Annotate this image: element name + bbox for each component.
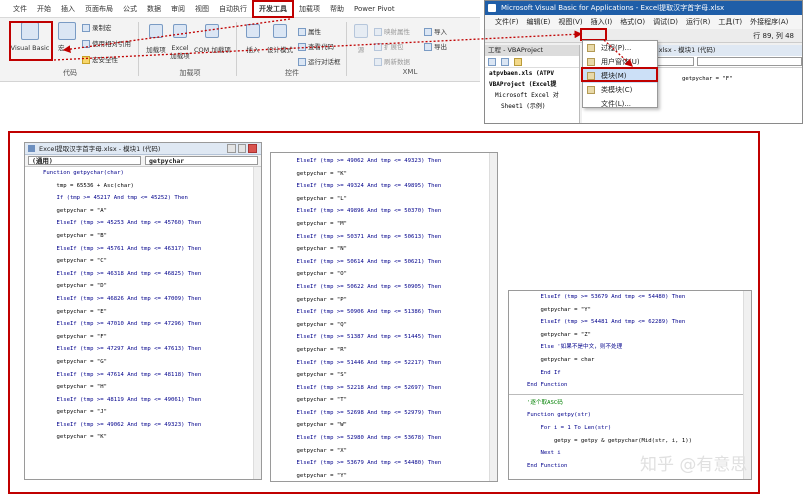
code-line: ElseIf (tmp >= 52980 And tmp <= 53678) T… (283, 435, 442, 442)
code-line: getpychar = "E" (43, 308, 107, 315)
close-icon[interactable] (248, 144, 258, 153)
code-line: getpychar = "P" (283, 296, 347, 303)
code-line: getpychar = "K" (283, 170, 347, 177)
code-line: ElseIf (tmp >= 49062 And tmp <= 49323) T… (43, 421, 202, 428)
vertical-scrollbar[interactable] (489, 153, 497, 481)
code-line: ElseIf (tmp >= 53679 And tmp <= 54480) T… (283, 460, 442, 467)
code-line: getpychar = "S" (283, 372, 347, 379)
code-line: getpychar = "R" (283, 346, 347, 353)
code-line: getpychar = "K" (43, 434, 107, 441)
code-line: getpychar = "J" (43, 409, 107, 416)
code-line: End If (527, 369, 561, 376)
vertical-scrollbar[interactable] (253, 167, 261, 479)
code-line: ElseIf (tmp >= 46826 And tmp <= 47009) T… (43, 295, 202, 302)
code-line: ElseIf (tmp >= 48119 And tmp <= 49061) T… (43, 396, 202, 403)
code-window-combos: (通用) getpychar (25, 155, 261, 167)
arrow-insert-to-module (603, 39, 633, 67)
code-line: getpychar = "X" (283, 447, 347, 454)
code-listing-2: ElseIf (tmp >= 49062 And tmp <= 49323) T… (271, 153, 497, 481)
code-line: getpychar = "M" (283, 220, 347, 227)
code-line: getpychar = "Y" (527, 306, 591, 313)
procedure-separator (509, 393, 751, 395)
code-line: ElseIf (tmp >= 54481 And tmp <= 62289) T… (527, 319, 686, 326)
code-line: Function getpychar(char) (43, 170, 124, 176)
code-line: ElseIf (tmp >= 49324 And tmp <= 49895) T… (283, 183, 442, 190)
maximize-icon[interactable] (237, 144, 247, 153)
code-line: ElseIf (tmp >= 52698 And tmp <= 52979) T… (283, 409, 442, 416)
code-line: ElseIf (tmp >= 51387 And tmp <= 51445) T… (283, 334, 442, 341)
code-line: getpychar = "Q" (283, 321, 347, 328)
code-line: getpychar = "O" (283, 271, 347, 278)
code-listing-3: ElseIf (tmp >= 53679 And tmp <= 54480) T… (509, 291, 751, 392)
arrow-devtab-to-vb (62, 18, 291, 53)
procedure-combo[interactable]: getpychar (145, 156, 258, 165)
code-line: ElseIf (tmp >= 50906 And tmp <= 51386) T… (283, 309, 442, 316)
code-line: getpychar = "H" (43, 384, 107, 391)
code-line: ElseIf (tmp >= 47614 And tmp <= 48118) T… (43, 371, 202, 378)
code-line: getpychar = "L" (283, 195, 347, 202)
code-line: getpychar = "N" (283, 246, 347, 253)
watermark: 知乎 @有意思 (640, 455, 748, 475)
code-line: ElseIf (tmp >= 49896 And tmp <= 50370) T… (283, 208, 442, 215)
code-window-1: Excel提取汉字首字母.xlsx - 模块1 (代码) (通用) getpyc… (24, 142, 262, 480)
code-line: getpychar = char (527, 356, 595, 363)
minimize-icon[interactable] (227, 144, 236, 153)
window-controls (227, 144, 258, 153)
code-line: getpychar = "C" (43, 258, 107, 265)
code-line: getpychar = "T" (283, 397, 347, 404)
code-line: If (tmp >= 45217 And tmp <= 45252) Then (43, 195, 188, 202)
code-line: ElseIf (tmp >= 53679 And tmp <= 54480) T… (527, 294, 686, 300)
code-line: ElseIf (tmp >= 47297 And tmp <= 47613) T… (43, 346, 202, 353)
code-line: ElseIf (tmp >= 50622 And tmp <= 50905) T… (283, 283, 442, 290)
code-line: ElseIf (tmp >= 45761 And tmp <= 46317) T… (43, 245, 202, 252)
code-line: ElseIf (tmp >= 50371 And tmp <= 50613) T… (283, 233, 442, 240)
object-combo[interactable]: (通用) (28, 156, 141, 165)
code-line: ElseIf (tmp >= 45253 And tmp <= 45760) T… (43, 220, 202, 227)
code-window-2: ElseIf (tmp >= 49062 And tmp <= 49323) T… (270, 152, 498, 482)
code-line: End Function (527, 382, 568, 389)
code-line: ElseIf (tmp >= 49062 And tmp <= 49323) T… (283, 158, 442, 164)
code-line: For i = 1 To Len(str) (527, 424, 612, 431)
code-line: getpychar = "W" (283, 422, 347, 429)
code-line: getpy = getpy & getpychar(Mid(str, i, 1)… (527, 437, 693, 444)
code-listing-1: Function getpychar(char) tmp = 65536 + A… (25, 167, 261, 444)
code-line: ElseIf (tmp >= 46318 And tmp <= 46825) T… (43, 270, 202, 277)
code-line: Else '如果不是中文，则不处理 (527, 344, 623, 351)
code-line: getpychar = "Z" (527, 331, 591, 338)
code-line: getpychar = "F" (43, 333, 107, 340)
code-line: getpychar = "D" (43, 283, 107, 290)
code-line: getpychar = "A" (43, 207, 107, 214)
code-line: Function getpy(str) (527, 412, 591, 419)
arrow-vb-to-insert (53, 30, 583, 61)
code-line: ElseIf (tmp >= 47010 And tmp <= 47296) T… (43, 321, 202, 328)
module-icon (28, 145, 35, 152)
code-line: getpychar = "B" (43, 232, 107, 239)
code-line: '逐个取ASC码 (527, 399, 563, 406)
code-line: getpychar = "Y" (283, 472, 347, 479)
code-window-title: Excel提取汉字首字母.xlsx - 模块1 (代码) (25, 143, 261, 155)
code-line: getpychar = "G" (43, 358, 107, 365)
code-line: ElseIf (tmp >= 51446 And tmp <= 52217) T… (283, 359, 442, 366)
code-window-title-text: Excel提取汉字首字母.xlsx - 模块1 (代码) (39, 145, 161, 153)
code-line: ElseIf (tmp >= 50614 And tmp <= 50621) T… (283, 258, 442, 265)
code-line: ElseIf (tmp >= 52218 And tmp <= 52697) T… (283, 384, 442, 391)
code-line: tmp = 65536 + Asc(char) (43, 182, 134, 189)
